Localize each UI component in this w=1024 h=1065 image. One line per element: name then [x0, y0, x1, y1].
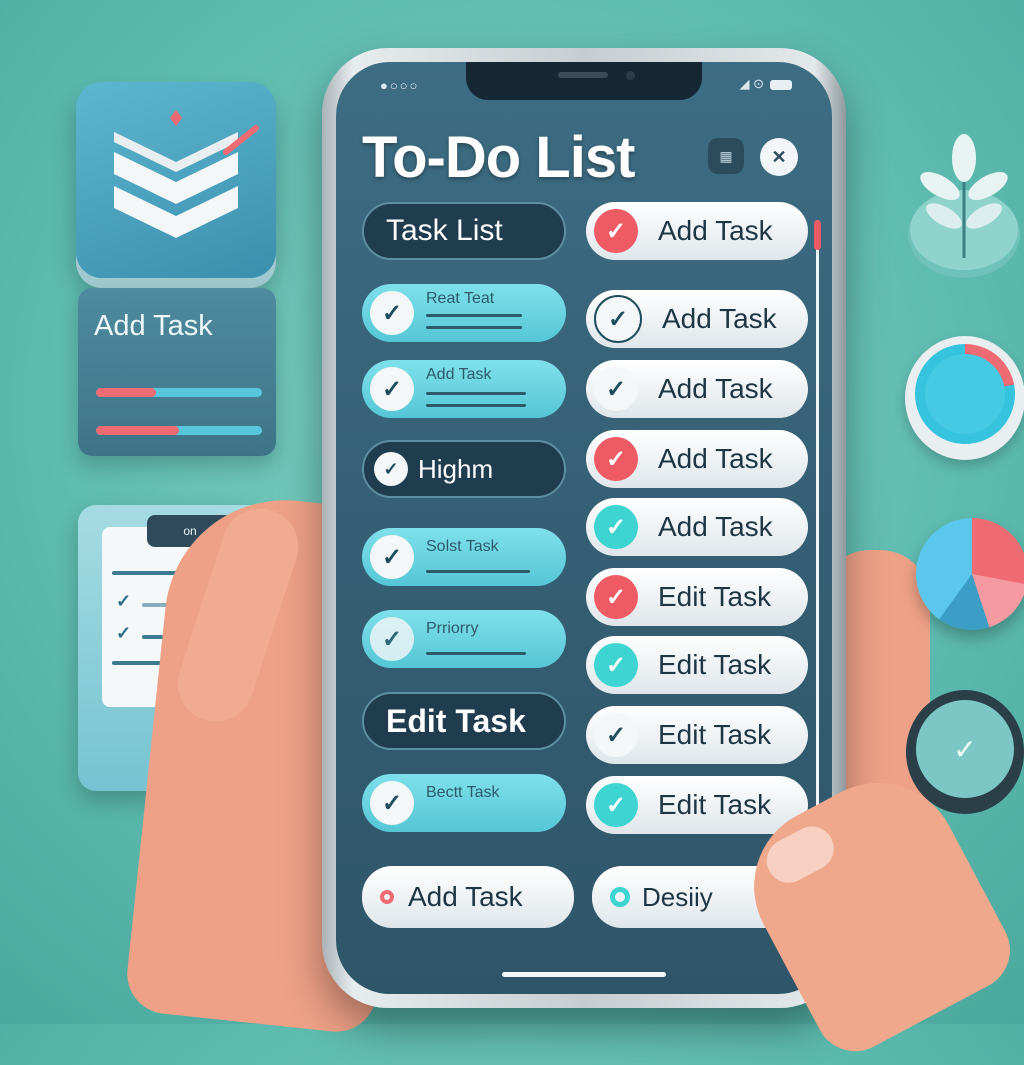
divider [426, 652, 526, 655]
check-icon[interactable]: ✓ [370, 367, 414, 411]
edit-task-label: Edit Task [386, 702, 526, 739]
add-task-label: Add Task [408, 881, 523, 912]
scrollbar[interactable] [816, 220, 819, 810]
notch [466, 62, 702, 100]
close-icon[interactable]: ✕ [760, 138, 798, 176]
wifi-icon: ◢ ⊙ [739, 76, 764, 91]
camera [626, 71, 635, 80]
edit-task-row[interactable]: ✓ Edit Task [586, 568, 808, 626]
record-icon [380, 890, 394, 904]
list-item-label: Highm [418, 453, 494, 484]
task-label: Edit Task [658, 719, 772, 750]
check-icon[interactable]: ✓ [594, 575, 638, 619]
check-icon: ✓ [916, 700, 1014, 798]
check-icon[interactable]: ✓ [370, 535, 414, 579]
edit-task-button[interactable]: Edit Task [362, 692, 566, 750]
task-label: Add Task [658, 373, 773, 404]
list-item[interactable]: ✓ Add Task [362, 360, 566, 418]
speaker [558, 72, 608, 78]
add-task-row[interactable]: ✓ Add Task [586, 360, 808, 418]
edit-task-row[interactable]: ✓ Edit Task [586, 776, 808, 834]
status-right: ◢ ⊙ [739, 76, 792, 92]
add-task-row[interactable]: ✓ Add Task [586, 430, 808, 488]
check-icon[interactable]: ✓ [594, 209, 638, 253]
check-icon: ✓ [116, 623, 132, 643]
task-list-label: Task List [386, 214, 503, 247]
list-item-label: Reat Teat [426, 290, 495, 307]
check-icon[interactable]: ✓ [594, 783, 638, 827]
list-item[interactable]: ✓ Reat Teat [362, 284, 566, 342]
task-app-icon [76, 82, 276, 278]
task-label: Add Task [658, 443, 773, 474]
list-item[interactable]: ✓ Bectt Task [362, 774, 566, 832]
scrollbar-thumb[interactable] [814, 220, 821, 250]
divider [426, 392, 526, 395]
edit-task-row[interactable]: ✓ Edit Task [586, 706, 808, 764]
add-task-row[interactable]: ✓ Add Task [586, 498, 808, 556]
chevron-stack-icon [114, 110, 259, 238]
plant-icon [906, 130, 1022, 278]
check-icon[interactable]: ✓ [370, 781, 414, 825]
progress-bar [96, 426, 262, 435]
list-item-label: Bectt Task [426, 784, 500, 801]
task-label: Edit Task [658, 789, 772, 820]
task-label: Edit Task [658, 581, 772, 612]
check-icon[interactable]: ✓ [594, 367, 638, 411]
priority-label: Desiiy [642, 881, 713, 912]
circle-icon [610, 887, 630, 907]
list-item-label: Solst Task [426, 538, 499, 555]
pie-ball-icon [916, 518, 1024, 630]
check-icon[interactable]: ✓ [370, 291, 414, 335]
task-label: Edit Task [658, 649, 772, 680]
phone-screen: ●○○○ ◢ ⊙ To-Do List ▦ ✕ Task List ✓ Reat… [336, 62, 832, 994]
battery-icon [770, 79, 792, 90]
add-task-card: Add Task [78, 288, 276, 456]
check-icon[interactable]: ✓ [374, 452, 408, 486]
check-icon[interactable]: ✓ [594, 505, 638, 549]
check-icon[interactable]: ✓ [594, 713, 638, 757]
home-indicator[interactable] [502, 972, 666, 977]
divider [426, 404, 526, 407]
add-task-card-title: Add Task [94, 310, 213, 342]
task-label: Add Task [658, 215, 773, 246]
add-task-button[interactable]: Add Task [362, 866, 574, 928]
divider [426, 570, 530, 573]
task-label: Add Task [662, 303, 777, 334]
list-item[interactable]: ✓ Solst Task [362, 528, 566, 586]
add-task-row[interactable]: ✓ Add Task [586, 202, 808, 260]
divider [426, 326, 522, 329]
grid-icon[interactable]: ▦ [708, 138, 744, 174]
list-item[interactable]: ✓ Prriorry [362, 610, 566, 668]
add-task-row[interactable]: ✓ Add Task [586, 290, 808, 348]
list-item-label: Add Task [426, 366, 492, 383]
watch-icon: ✓ [906, 690, 1024, 814]
timer-icon [905, 336, 1024, 460]
check-icon[interactable]: ✓ [594, 643, 638, 687]
list-item-label: Prriorry [426, 620, 479, 637]
check-icon: ✓ [116, 591, 132, 611]
check-icon[interactable]: ✓ [594, 437, 638, 481]
progress-bar [96, 388, 262, 397]
divider [426, 314, 522, 317]
status-signal-icon: ●○○○ [380, 78, 420, 93]
priority-item[interactable]: ✓ Highm [362, 440, 566, 498]
task-list-tab[interactable]: Task List [362, 202, 566, 260]
task-label: Add Task [658, 511, 773, 542]
check-icon[interactable]: ✓ [594, 295, 642, 343]
edit-task-row[interactable]: ✓ Edit Task [586, 636, 808, 694]
check-icon[interactable]: ✓ [370, 617, 414, 661]
page-title: To-Do List [362, 125, 635, 190]
